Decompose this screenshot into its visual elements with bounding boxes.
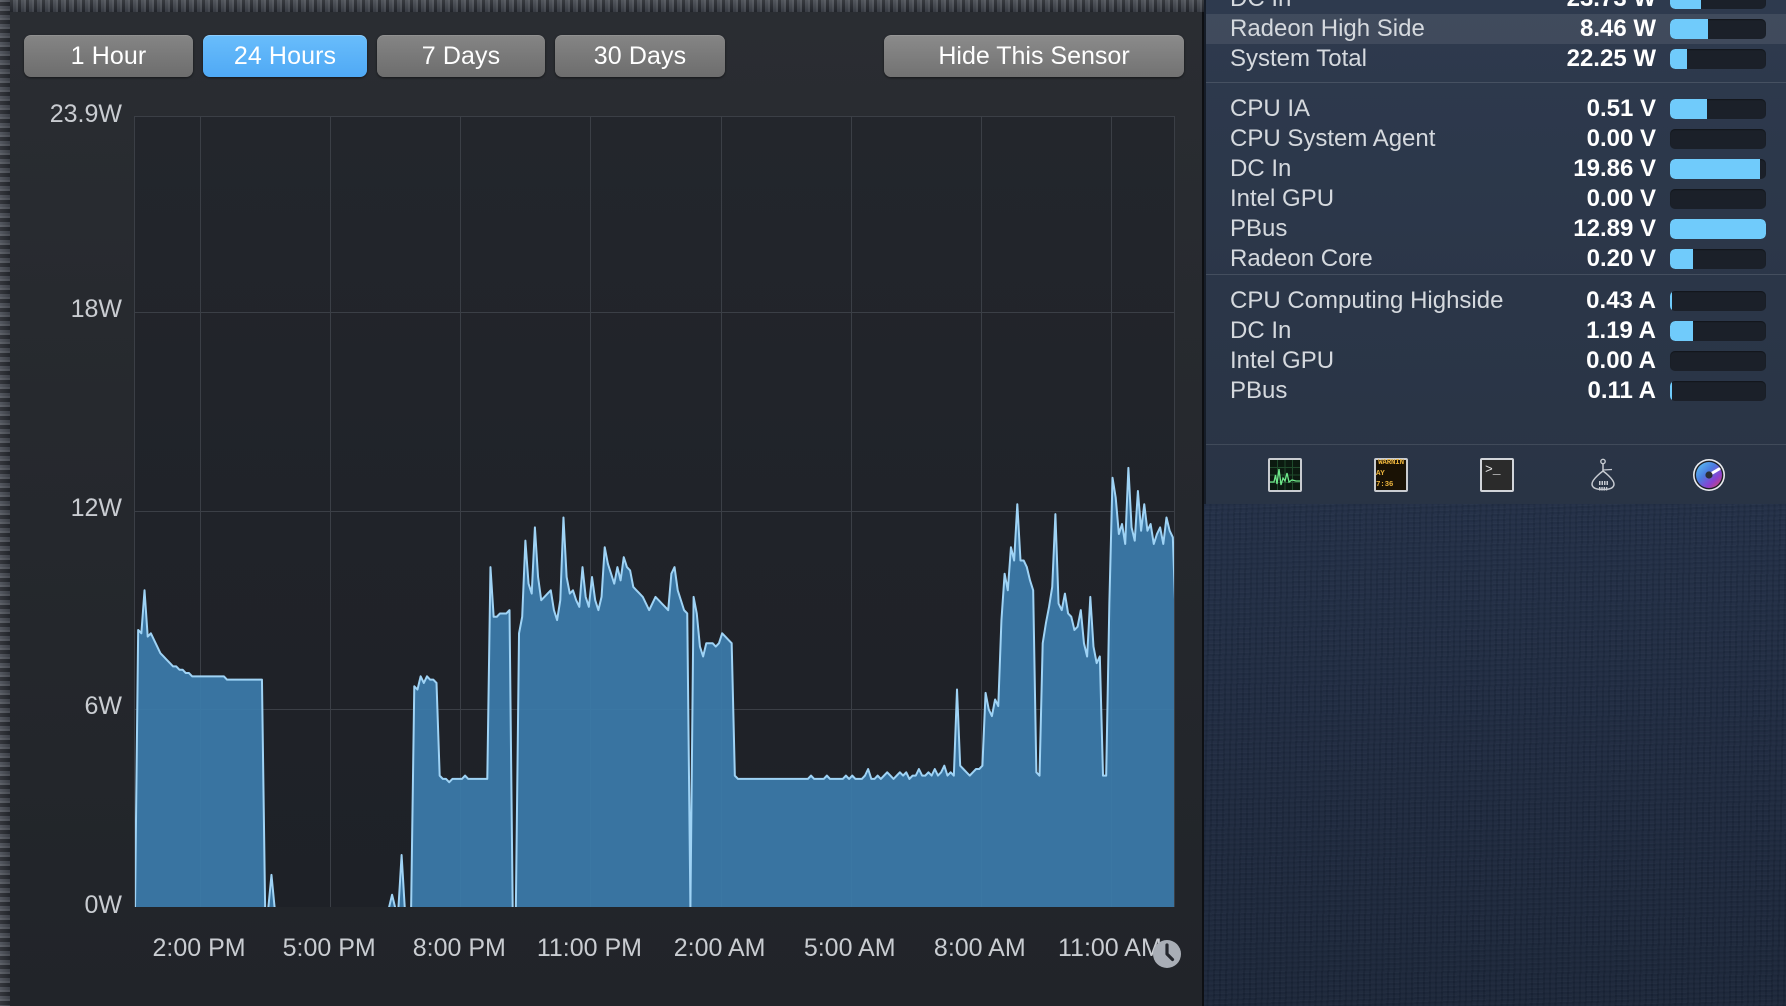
sensor-level-bar [1670,321,1766,341]
desktop-left-texture [0,0,10,1006]
time-range-24-hours[interactable]: 24 Hours [203,35,367,77]
sensor-row[interactable]: PBus 12.89 V [1206,214,1786,244]
panel-app-shortcuts-toolbar: WARNIN AY 7:36 >_ [1206,444,1786,504]
lab-flask-icon[interactable] [1586,458,1620,492]
sensor-level-bar [1670,189,1766,209]
sensor-row[interactable]: Intel GPU 0.00 V [1206,184,1786,214]
sensor-value: 22.25 W [1566,45,1656,72]
sensor-name: System Total [1230,45,1367,72]
sensor-value: 8.46 W [1579,15,1656,42]
sensor-name: DC In [1230,317,1292,344]
sensor-row[interactable]: DC In 23.73 W [1206,0,1786,14]
sensor-level-bar [1670,351,1766,371]
sensor-name: CPU Computing Highside [1230,287,1504,314]
sensor-value: 0.00 V [1586,125,1656,152]
sensor-level-bar-fill [1670,19,1709,39]
sensor-row[interactable]: Radeon Core 0.20 V [1206,244,1786,274]
y-axis-tick: 0W [84,891,123,919]
sensor-name: CPU IA [1230,95,1311,122]
sensor-row[interactable]: DC In 19.86 V [1206,154,1786,184]
sensor-name: PBus [1230,377,1288,404]
sensor-level-bar [1670,129,1766,149]
time-range-30-days[interactable]: 30 Days [555,35,725,77]
sensor-row[interactable]: CPU Computing Highside 0.43 A [1206,286,1786,316]
sensor-name: Radeon Core [1230,245,1373,272]
sensor-name: PBus [1230,215,1288,242]
sensor-row[interactable]: PBus 0.11 A [1206,376,1786,406]
sensor-level-bar-fill [1670,49,1688,69]
sensor-graph-window: 1 Hour 24 Hours 7 Days 30 Days Hide This… [10,12,1204,1006]
sensor-name: Radeon High Side [1230,15,1425,42]
time-range-1-hour[interactable]: 1 Hour [24,35,193,77]
sensor-level-bar [1670,159,1766,179]
console-icon-line2: AY 7:36 [1376,470,1394,489]
sensor-level-bar-fill [1670,381,1672,401]
sensor-value: 1.19 A [1586,317,1656,344]
y-axis-tick: 6W [84,692,123,721]
y-axis-tick: 18W [70,295,122,324]
sensor-level-bar [1670,249,1766,269]
sensor-group-gap [1206,83,1786,94]
sensor-row[interactable]: DC In 1.19 A [1206,316,1786,346]
sensor-level-bar [1670,19,1766,39]
hide-this-sensor-button[interactable]: Hide This Sensor [884,35,1184,77]
sensor-group-spacer [1206,74,1786,82]
sensor-level-bar [1670,99,1766,119]
console-icon-line1: WARNIN [1378,459,1404,468]
sensor-value: 0.11 A [1587,377,1657,404]
sensor-level-bar [1670,0,1766,9]
sensor-row[interactable]: CPU System Agent 0.00 V [1206,124,1786,154]
console-warning-icon[interactable]: WARNIN AY 7:36 [1374,457,1408,492]
sensor-value: 19.86 V [1573,155,1656,182]
power-area-chart [134,116,1175,907]
terminal-icon[interactable]: >_ [1480,457,1514,492]
clock-icon[interactable] [1151,938,1183,970]
sensor-name: DC In [1230,0,1291,13]
sensor-level-bar-fill [1670,159,1761,179]
sensor-name: Intel GPU [1230,347,1335,374]
sensor-row[interactable]: Intel GPU 0.00 A [1206,346,1786,376]
chart-series-path [135,466,1174,907]
sensor-name: CPU System Agent [1230,125,1436,152]
terminal-prompt: >_ [1485,461,1501,477]
time-range-7-days[interactable]: 7 Days [377,35,545,77]
sensor-level-bar [1670,49,1766,69]
sensor-row[interactable]: CPU IA 0.51 V [1206,94,1786,124]
sensor-name: DC In [1230,155,1292,182]
sensor-name: Intel GPU [1230,185,1335,212]
sensor-value: 0.43 A [1586,287,1656,314]
sensor-level-bar-fill [1670,99,1708,119]
sensor-row[interactable]: Radeon High Side 8.46 W [1206,14,1786,44]
sensor-value: 12.89 V [1573,215,1656,242]
activity-monitor-icon[interactable] [1268,457,1302,492]
sensor-value: 0.51 V [1586,95,1656,122]
sensor-list: DC In23.73 WRadeon High Side8.46 WSystem… [1206,0,1786,406]
time-range-segmented-control: 1 Hour 24 Hours 7 Days 30 Days Hide This… [10,12,1202,90]
sensor-value: 0.20 V [1586,245,1656,272]
sensor-value: 0.00 A [1586,347,1656,374]
sensor-level-bar-fill [1670,249,1694,269]
sensor-value: 0.00 V [1586,185,1656,212]
sensor-value: 23.73 W [1567,0,1670,13]
y-axis-tick: 23.9W [49,100,122,128]
y-axis-tick: 12W [70,493,122,522]
sensor-level-bar [1670,381,1766,401]
sensor-level-bar [1670,291,1766,311]
sensor-level-bar-fill [1670,291,1672,311]
sensor-group-gap [1206,275,1786,286]
sensor-readouts-panel: DC In23.73 WRadeon High Side8.46 WSystem… [1204,0,1786,504]
sensor-row[interactable]: System Total 22.25 W [1206,44,1786,74]
sensor-level-bar [1670,219,1766,239]
sensor-level-bar-fill [1670,0,1701,9]
istat-gauge-icon[interactable] [1692,458,1726,492]
sensor-level-bar-fill [1670,219,1766,239]
sensor-level-bar-fill [1670,321,1694,341]
